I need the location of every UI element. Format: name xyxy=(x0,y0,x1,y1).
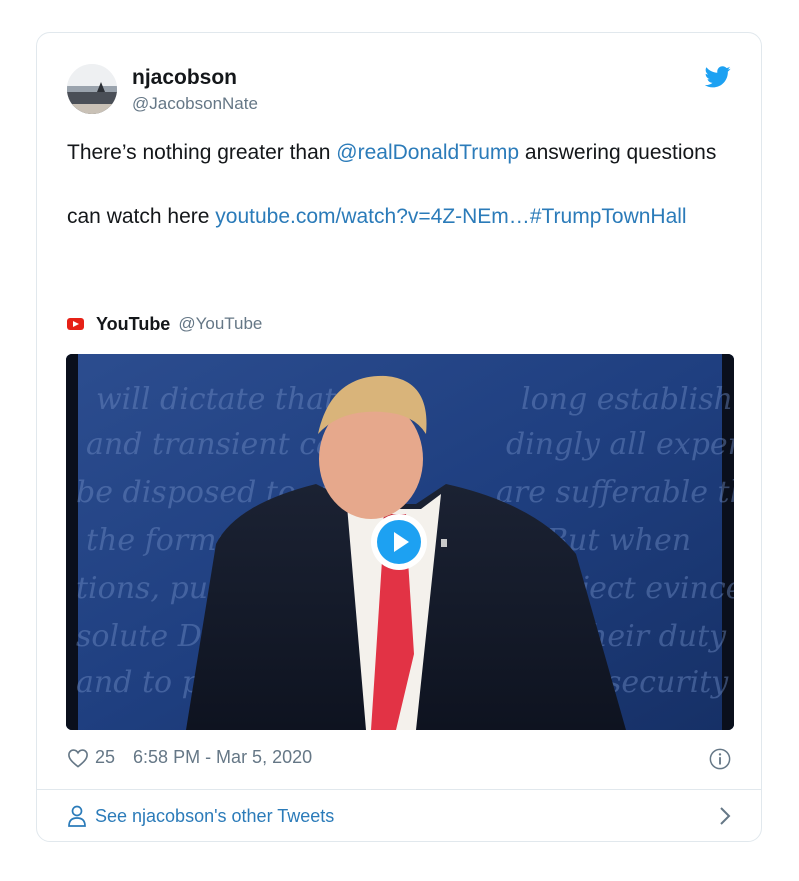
info-icon[interactable] xyxy=(709,748,731,770)
tweet-text: There’s nothing greater than @realDonald… xyxy=(67,137,727,233)
media-source[interactable]: YouTube @YouTube xyxy=(67,312,262,336)
mention-link[interactable]: @realDonaldTrump xyxy=(336,141,519,164)
svg-text:solute De: solute De xyxy=(76,619,220,654)
author-avatar[interactable] xyxy=(67,64,117,114)
tweet-text-start: There’s nothing greater than xyxy=(67,141,337,164)
youtube-url-link[interactable]: youtube.com/watch?v=4Z-NEm… xyxy=(215,205,530,228)
heart-icon[interactable] xyxy=(67,748,89,768)
tweet-text-prefix: can watch here xyxy=(67,205,216,228)
tweet-text-end: answering questions xyxy=(519,141,717,164)
tweet-paragraph-1: There’s nothing greater than @realDonald… xyxy=(67,137,727,169)
embedded-tweet-card: njacobson @JacobsonNate There’s nothing … xyxy=(36,32,762,842)
author-name[interactable]: njacobson xyxy=(132,66,237,90)
video-thumbnail[interactable]: will dictate that long establish and tra… xyxy=(66,354,734,730)
twitter-bird-icon[interactable] xyxy=(704,66,731,88)
tweet-timestamp[interactable]: 6:58 PM - Mar 5, 2020 xyxy=(133,747,312,768)
svg-text:security: security xyxy=(606,665,729,700)
svg-text:are sufferable than: are sufferable than xyxy=(496,475,734,510)
source-handle[interactable]: @YouTube xyxy=(178,314,262,334)
like-count[interactable]: 25 xyxy=(95,747,115,768)
see-other-tweets-link[interactable]: See njacobson's other Tweets xyxy=(67,790,731,842)
source-name[interactable]: YouTube xyxy=(96,314,170,335)
play-button[interactable] xyxy=(371,514,427,570)
see-other-tweets-label[interactable]: See njacobson's other Tweets xyxy=(95,806,334,827)
person-icon xyxy=(68,805,86,827)
author-handle[interactable]: @JacobsonNate xyxy=(132,94,258,114)
tweet-paragraph-2: can watch here youtube.com/watch?v=4Z-NE… xyxy=(67,201,727,233)
play-icon xyxy=(377,520,421,564)
youtube-logo-icon xyxy=(67,318,84,330)
hashtag-link[interactable]: #TrumpTownHall xyxy=(530,205,687,228)
chevron-right-icon[interactable] xyxy=(719,806,731,826)
tweet-meta: 25 6:58 PM - Mar 5, 2020 xyxy=(67,747,312,768)
svg-text:dingly all experien: dingly all experien xyxy=(506,427,734,462)
svg-text:will dictate that: will dictate that xyxy=(96,382,337,417)
svg-text:long establish: long establish xyxy=(521,382,733,417)
